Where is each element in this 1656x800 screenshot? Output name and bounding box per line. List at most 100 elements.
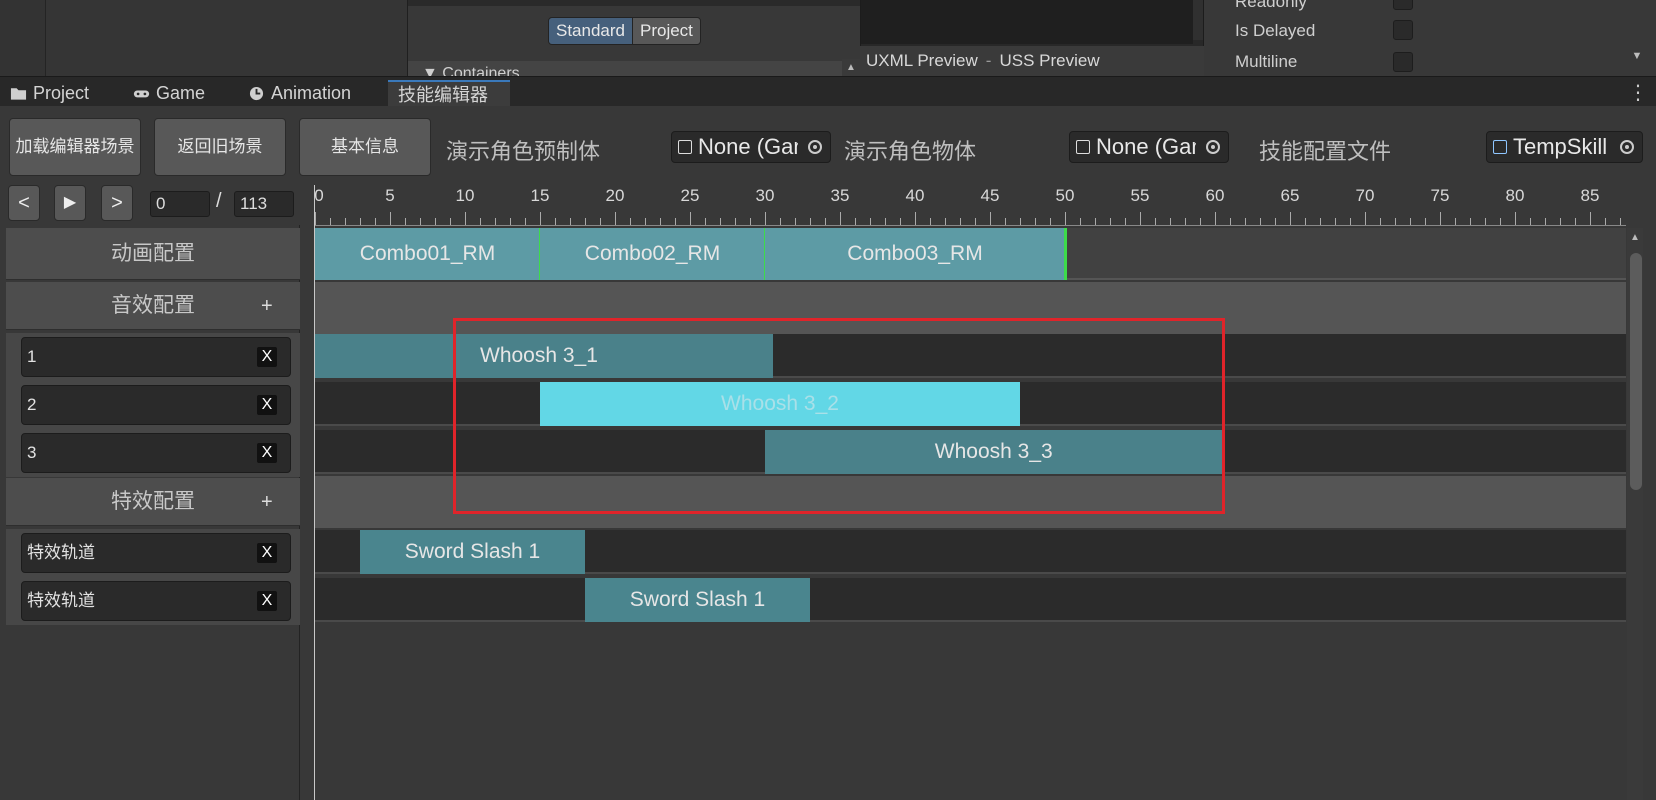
playhead-line[interactable] xyxy=(314,185,315,800)
return-old-scene-button[interactable]: 返回旧场景 xyxy=(154,118,286,176)
skill-config-field[interactable]: TempSkill xyxy=(1486,131,1643,163)
ruler-minor-tick xyxy=(750,218,751,225)
ruler-minor-tick xyxy=(360,218,361,225)
ruler-major-tick xyxy=(915,212,916,225)
effect-clip[interactable]: Sword Slash 1 xyxy=(585,578,810,622)
tab-animation[interactable]: Animation xyxy=(248,80,351,106)
containers-label: Containers xyxy=(442,65,520,76)
ruler-tick-label: 25 xyxy=(680,186,700,205)
ruler-minor-tick xyxy=(555,218,556,225)
library-mode-toggle: Standard Project xyxy=(548,17,701,45)
ruler-minor-tick xyxy=(675,218,676,225)
more-menu-icon[interactable]: ⋮ xyxy=(1628,80,1648,105)
ruler-minor-tick xyxy=(1455,218,1456,225)
ruler-minor-tick xyxy=(855,218,856,225)
ruler-major-tick xyxy=(765,212,766,225)
preview-prefab-field[interactable]: None (Game Object) xyxy=(671,131,831,163)
effect-config-label: 特效配置 xyxy=(111,490,195,513)
ruler-major-tick xyxy=(1515,212,1516,225)
audio-track-name-field[interactable]: 1 xyxy=(21,337,291,377)
ruler-minor-tick xyxy=(825,218,826,225)
ruler-minor-tick xyxy=(1095,218,1096,225)
standard-toggle[interactable]: Standard xyxy=(549,18,633,44)
animation-config-header: 动画配置 xyxy=(6,228,300,280)
readonly-checkbox[interactable] xyxy=(1393,0,1413,10)
tab-skill-editor[interactable]: 技能编辑器 xyxy=(388,80,510,106)
highlight-box xyxy=(453,318,1225,514)
delete-audio-track-button[interactable]: X xyxy=(257,395,277,415)
next-frame-button[interactable]: > xyxy=(101,185,133,221)
uss-preview-tab[interactable]: USS Preview xyxy=(993,51,1105,71)
ruler-minor-tick xyxy=(720,218,721,225)
preview-separator: - xyxy=(985,51,992,70)
object-picker-icon[interactable] xyxy=(1202,136,1224,158)
effect-config-header: 特效配置 + xyxy=(6,478,300,526)
ruler-tick-label: 15 xyxy=(530,186,550,205)
scroll-up-arrow[interactable]: ▲ xyxy=(842,59,860,76)
effect-track-name-field[interactable]: 特效轨道 xyxy=(21,533,291,573)
ruler-minor-tick xyxy=(330,218,331,225)
total-frames-input[interactable]: 113 xyxy=(234,191,294,217)
tab-game[interactable]: Game xyxy=(133,80,205,106)
multiline-checkbox[interactable] xyxy=(1393,52,1413,72)
object-picker-icon[interactable] xyxy=(804,136,826,158)
previous-frame-button[interactable]: < xyxy=(8,185,40,221)
effect-clip[interactable]: Sword Slash 1 xyxy=(360,530,585,574)
ruler-minor-tick xyxy=(1125,218,1126,225)
audio-config-header: 音效配置 + xyxy=(6,282,300,330)
ruler-minor-tick xyxy=(705,218,706,225)
clip-end-marker[interactable] xyxy=(1064,228,1067,280)
ruler-major-tick xyxy=(990,212,991,225)
tab-skill-editor-label: 技能编辑器 xyxy=(398,85,488,105)
ruler-minor-tick xyxy=(735,218,736,225)
ruler-major-tick xyxy=(1440,212,1441,225)
audio-track-name-field[interactable]: 3 xyxy=(21,433,291,473)
uxml-preview-tab[interactable]: UXML Preview xyxy=(860,51,984,71)
animation-clip[interactable]: Combo03_RM xyxy=(765,228,1065,280)
load-editor-scene-button[interactable]: 加载编辑器场景 xyxy=(9,118,141,176)
add-effect-track-button[interactable]: + xyxy=(261,478,273,526)
frame-slash: / xyxy=(216,190,222,212)
is-delayed-checkbox[interactable] xyxy=(1393,20,1413,40)
viewport-scrollbar[interactable] xyxy=(1193,0,1203,40)
ruler-tick-label: 80 xyxy=(1505,186,1525,205)
ruler-minor-tick xyxy=(1260,218,1261,225)
inspector-row-multiline: Multiline xyxy=(1235,52,1298,71)
ruler-minor-tick xyxy=(1200,218,1201,225)
ruler-minor-tick xyxy=(975,218,976,225)
delete-effect-track-button[interactable]: X xyxy=(257,591,277,611)
ruler-tick-label: 10 xyxy=(455,186,475,205)
delete-audio-track-button[interactable]: X xyxy=(257,443,277,463)
ruler-minor-tick xyxy=(1395,218,1396,225)
play-button[interactable]: ▶ xyxy=(54,185,86,221)
tab-project[interactable]: Project xyxy=(10,80,89,106)
inspector-scroll-down-arrow[interactable]: ▼ xyxy=(1630,50,1644,70)
ruler-tick-label: 55 xyxy=(1130,186,1150,205)
containers-foldout[interactable]: ▼ Containers xyxy=(408,61,860,76)
delete-effect-track-button[interactable]: X xyxy=(257,543,277,563)
preview-object-field[interactable]: None (Game Object) xyxy=(1069,131,1229,163)
ruler-minor-tick xyxy=(345,218,346,225)
audio-track-name-field[interactable]: 2 xyxy=(21,385,291,425)
scrollbar-thumb[interactable] xyxy=(1630,253,1642,490)
ruler-minor-tick xyxy=(900,218,901,225)
scroll-up-icon[interactable]: ▲ xyxy=(1627,232,1643,243)
delete-audio-track-button[interactable]: X xyxy=(257,347,277,367)
ruler-minor-tick xyxy=(525,218,526,225)
ruler-minor-tick xyxy=(795,218,796,225)
ruler-major-tick xyxy=(840,212,841,225)
effect-track-name-field[interactable]: 特效轨道 xyxy=(21,581,291,621)
basic-info-button[interactable]: 基本信息 xyxy=(299,118,431,176)
ruler-minor-tick xyxy=(570,218,571,225)
ruler-minor-tick xyxy=(1035,218,1036,225)
current-frame-input[interactable]: 0 xyxy=(150,191,210,217)
animation-clip[interactable]: Combo02_RM xyxy=(540,228,765,280)
project-toggle[interactable]: Project xyxy=(633,18,700,44)
ruler-minor-tick xyxy=(660,218,661,225)
ruler-minor-tick xyxy=(405,218,406,225)
animation-clip[interactable]: Combo01_RM xyxy=(315,228,540,280)
ruler-major-tick xyxy=(1140,212,1141,225)
ruler-minor-tick xyxy=(495,218,496,225)
add-audio-track-button[interactable]: + xyxy=(261,282,273,330)
object-picker-icon[interactable] xyxy=(1616,136,1638,158)
